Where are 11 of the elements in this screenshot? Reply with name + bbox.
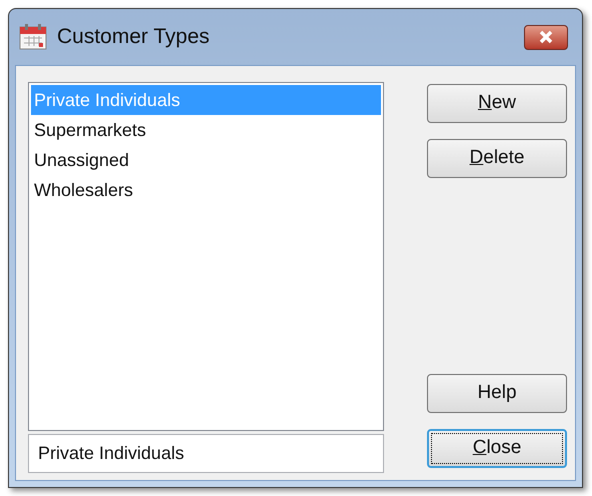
dialog-button[interactable]: Help — [427, 374, 567, 413]
calendar-icon — [19, 24, 47, 50]
dialog-button[interactable]: New — [427, 84, 567, 123]
list-item[interactable]: Supermarkets — [31, 115, 381, 145]
dialog-button[interactable]: Close — [427, 429, 567, 468]
close-icon[interactable] — [524, 24, 568, 50]
list-item[interactable]: Wholesalers — [31, 175, 381, 205]
dialog-button[interactable]: Delete — [427, 139, 567, 178]
list-item[interactable]: Unassigned — [31, 145, 381, 175]
window-title: Customer Types — [57, 24, 210, 50]
name-field[interactable]: Private Individuals — [28, 434, 384, 473]
